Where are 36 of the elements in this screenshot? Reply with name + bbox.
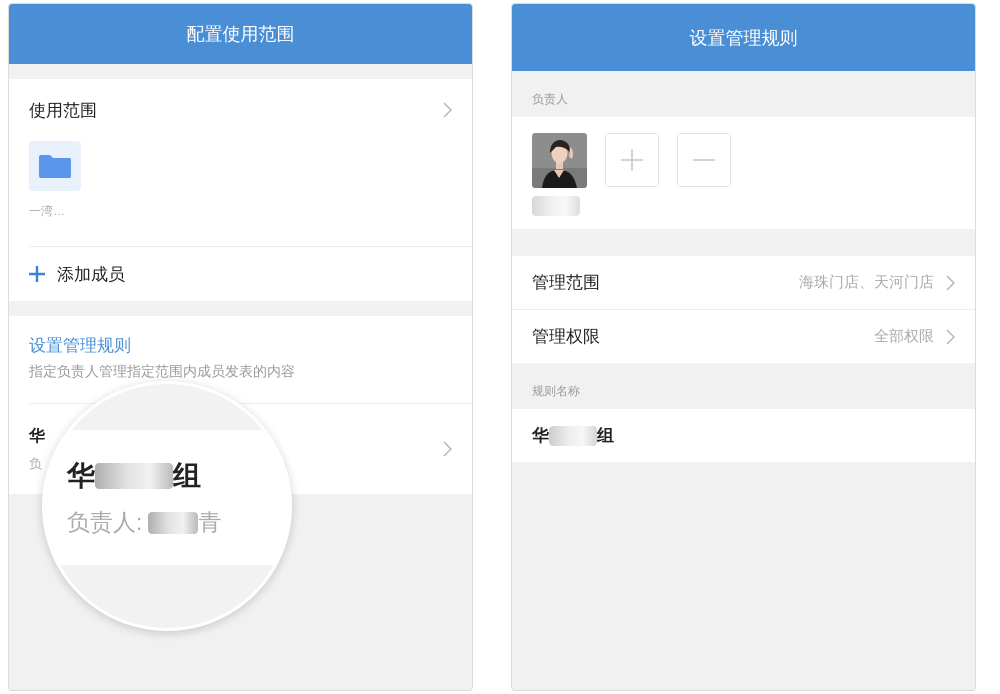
owner-text: 负 (29, 454, 43, 472)
rule-name: 华 (67, 459, 95, 493)
add-member-button[interactable]: 添加成员 (9, 247, 472, 301)
settings-row[interactable]: 管理范围 海珠门店、天河门店 (512, 256, 975, 310)
scope-label: 使用范围 (29, 100, 97, 122)
rule-description: 指定负责人管理指定范围内成员发表的内容 (29, 363, 296, 381)
owner-name: 青 (198, 508, 222, 537)
row-label: 管理范围 (532, 272, 600, 294)
plus-icon (621, 149, 643, 171)
remove-owner-button[interactable] (677, 133, 731, 187)
folder-caption: 一湾… (29, 203, 65, 220)
rule-name: 华 (532, 425, 549, 447)
rule-name: 华 (29, 426, 45, 446)
redaction-mark (148, 512, 198, 534)
minus-icon (693, 159, 715, 161)
section-label: 规则名称 (532, 384, 580, 398)
settings-row[interactable]: 管理权限 全部权限 (512, 310, 975, 363)
chevron-icon (946, 274, 955, 290)
chevron-icon (443, 102, 452, 118)
screen-title: 设置管理规则 (512, 4, 975, 71)
screen-title: 配置使用范围 (9, 4, 472, 64)
row-value: 海珠门店、天河门店 (799, 273, 934, 292)
rule-name: 组 (173, 459, 201, 493)
owner-label: 负责人: (67, 508, 142, 537)
redaction-mark (549, 426, 597, 446)
row-label: 管理权限 (532, 326, 600, 348)
rule-name: 组 (597, 425, 614, 447)
chevron-icon (946, 328, 955, 344)
row-value: 全部权限 (874, 327, 934, 346)
redaction-mark (532, 196, 580, 216)
section-label: 负责人 (532, 92, 568, 106)
plus-icon (29, 266, 45, 282)
folder-icon (39, 154, 71, 178)
chevron-icon (443, 441, 452, 457)
folder-tile[interactable] (29, 141, 81, 191)
add-owner-button[interactable] (605, 133, 659, 187)
